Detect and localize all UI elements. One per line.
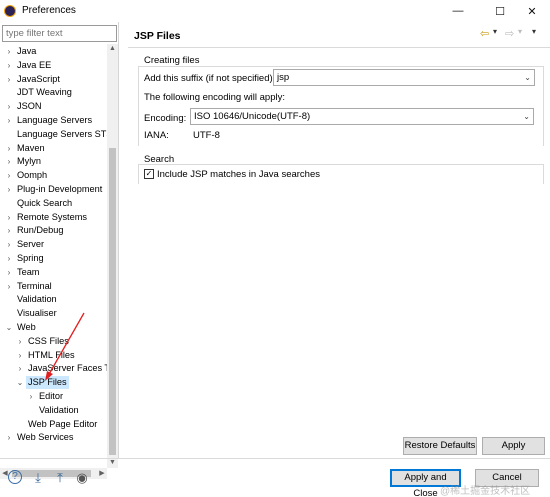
sidebar-item-label: JSON [17,101,42,112]
iana-value: UTF-8 [193,130,220,141]
sidebar-item-label: JavaServer Faces Tools [28,363,107,374]
chevron-right-icon[interactable]: › [5,73,13,86]
encoding-combo[interactable]: ISO 10646/Unicode(UTF-8) ⌄ [190,108,534,125]
chevron-right-icon[interactable]: › [5,169,13,182]
encoding-intro-text: The following encoding will apply: [144,92,285,103]
sidebar-item-label: HTML Files [28,349,75,360]
page-nav-toolbar: ⇦ ▾ ⇨ ▾ ▾ [480,27,550,43]
creating-files-group-label: Creating files [144,55,200,66]
chevron-right-icon[interactable]: › [5,224,13,237]
watermark: @稀土掘金技术社区 [440,486,531,497]
checkmark-icon: ✓ [145,169,153,178]
chevron-right-icon[interactable]: › [5,252,13,265]
encoding-label: Encoding: [144,113,187,124]
sidebar-item-label: Java EE [17,59,52,70]
chevron-down-icon: ⌄ [524,73,531,82]
chevron-right-icon[interactable]: › [5,142,13,155]
iana-label: IANA: [144,130,169,141]
sidebar-item-label: Language Servers [17,115,93,125]
sidebar-item-label: Mylyn [17,156,41,167]
sidebar-item-label: Web Page Editor [28,418,98,429]
chevron-right-icon[interactable]: › [16,349,24,362]
preference-page: JSP Files ⇦ ▾ ⇨ ▾ ▾ Creating files Add t… [128,22,550,458]
minimize-button[interactable]: — [440,0,476,22]
sidebar-item-label: Team [17,266,40,277]
chevron-right-icon[interactable]: › [5,155,13,168]
sidebar-item-label: Remote Systems [17,211,87,222]
sidebar-item-label: CSS Files [28,335,69,346]
scroll-up-icon[interactable]: ▲ [107,44,118,54]
title-separator [128,47,550,48]
sidebar-item-label: JavaScript [17,73,60,84]
scroll-thumb[interactable] [109,148,116,455]
chevron-right-icon[interactable]: › [5,266,13,279]
encoding-value: ISO 10646/Unicode(UTF-8) [194,111,311,122]
chevron-right-icon[interactable]: › [16,335,24,348]
include-jsp-checkbox[interactable]: ✓ [144,169,154,179]
sidebar-item-label: Validation [17,294,57,305]
record-icon[interactable]: ◉ [74,470,90,486]
footer-separator [0,458,550,459]
sidebar-item-label: Quick Search [17,197,73,208]
chevron-right-icon[interactable]: › [5,183,13,196]
sidebar-item-label: Terminal [17,280,52,291]
sidebar-item-label: Plug-in Development [17,184,103,194]
chevron-right-icon[interactable]: › [27,390,35,403]
preferences-tree: › Java › Java EE › JavaScript JDT Weaving › JSON… [0,44,107,464]
sidebar-item-label: Maven [17,142,45,153]
chevron-right-icon[interactable]: › [5,431,13,444]
chevron-right-icon[interactable]: › [5,114,13,127]
view-menu-icon[interactable]: ▾ [532,27,536,36]
export-icon[interactable]: ⤒ [52,470,68,486]
suffix-combo[interactable]: jsp ⌄ [273,69,535,86]
sidebar-item-label: Editor [39,391,64,401]
include-jsp-label[interactable]: Include JSP matches in Java searches [157,169,320,180]
close-button[interactable]: ✕ [514,0,550,22]
restore-defaults-button[interactable]: Restore Defaults [403,437,477,455]
chevron-right-icon[interactable]: › [5,100,13,113]
suffix-value: jsp [277,72,290,83]
import-icon[interactable]: ⤓ [30,470,46,486]
chevron-right-icon[interactable]: › [5,238,13,251]
tree-vertical-scrollbar[interactable]: ▲ ▼ [107,44,118,468]
sidebar-item-label: Oomph [17,170,48,181]
scroll-down-icon[interactable]: ▼ [107,458,118,468]
sidebar-item-label: JSP Files [26,376,69,390]
sidebar-item-label: Language Servers STS [17,128,107,139]
sidebar-item-label: Run/Debug [17,225,64,236]
preferences-tree-pane: › Java › Java EE › JavaScript JDT Weaving › JSON… [0,22,119,479]
chevron-down-icon[interactable]: ⌄ [5,321,13,334]
help-icon[interactable]: ? [8,470,22,484]
scroll-right-icon[interactable]: ▶ [97,468,107,479]
back-arrow-icon[interactable]: ⇦ [480,27,489,40]
sidebar-item-label: Validation [39,404,79,415]
chevron-right-icon[interactable]: › [5,45,13,58]
sidebar-item-label: Web [17,322,36,332]
sidebar-item-label: Server [17,239,45,250]
sidebar-item-label: Spring [17,253,44,263]
sidebar-item-label: Web Services [17,432,74,443]
chevron-right-icon[interactable]: › [5,59,13,72]
sidebar-item-label: Java [17,46,37,56]
apply-button[interactable]: Apply [482,437,545,455]
eclipse-logo-icon [4,5,16,17]
suffix-label: Add this suffix (if not specified): [144,73,276,84]
title-bar: Preferences — ☐ ✕ [0,0,550,22]
page-title: JSP Files [134,30,181,42]
chevron-down-icon: ⌄ [523,112,530,121]
forward-menu-icon[interactable]: ▾ [518,27,522,36]
window-title: Preferences [22,5,76,16]
chevron-down-icon[interactable]: ⌄ [16,376,24,389]
back-menu-icon[interactable]: ▾ [493,27,497,36]
sidebar-item-label: JDT Weaving [17,87,72,98]
maximize-button[interactable]: ☐ [482,0,518,22]
chevron-right-icon[interactable]: › [5,280,13,293]
chevron-right-icon[interactable]: › [16,362,24,375]
sidebar-item-label: Visualiser [17,308,57,319]
chevron-right-icon[interactable]: › [5,211,13,224]
filter-input[interactable] [2,25,117,42]
forward-arrow-icon[interactable]: ⇨ [505,27,514,40]
